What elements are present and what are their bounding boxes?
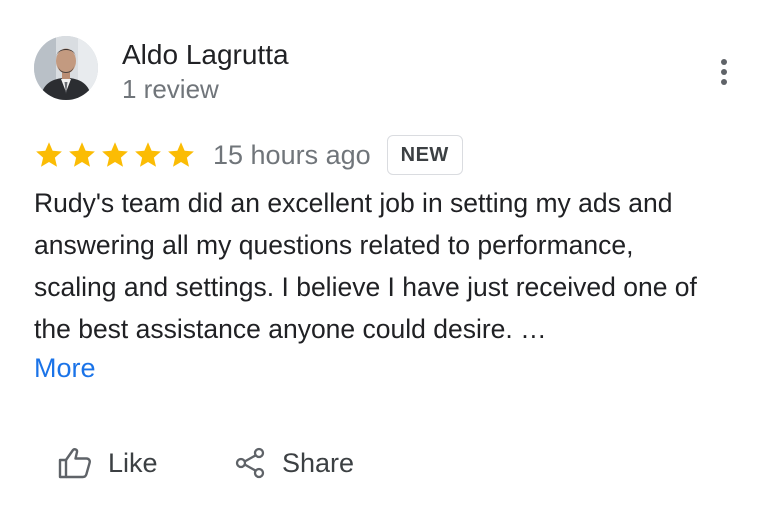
author-avatar[interactable]: [34, 36, 98, 100]
rating-row: 15 hours ago NEW: [34, 134, 463, 176]
star-icon: [69, 142, 95, 167]
share-button[interactable]: Share: [234, 440, 354, 486]
star-icon: [135, 142, 161, 167]
like-label: Like: [108, 447, 158, 478]
more-options-button[interactable]: [708, 52, 740, 92]
review-text-line: Rudy's team did an excellent job in sett…: [34, 188, 673, 218]
review-text-line: answering all my questions related to pe…: [34, 230, 634, 260]
review-card: Aldo Lagrutta 1 review 15 hours ago NEW …: [0, 0, 776, 530]
star-icon: [168, 142, 194, 167]
review-text-line: the best assistance anyone could desire.…: [34, 314, 547, 344]
author-review-count[interactable]: 1 review: [122, 73, 219, 105]
author-name[interactable]: Aldo Lagrutta: [122, 38, 289, 72]
new-badge: NEW: [386, 135, 463, 175]
review-time: 15 hours ago: [213, 139, 371, 170]
share-label: Share: [282, 447, 355, 478]
review-text: Rudy's team did an excellent job in sett…: [34, 182, 754, 350]
more-link[interactable]: More: [34, 348, 96, 388]
star-rating: [34, 140, 199, 170]
more-vert-icon: [721, 59, 727, 85]
like-button[interactable]: Like: [58, 440, 158, 486]
profile-photo-icon: [34, 36, 98, 100]
star-icon: [36, 142, 62, 167]
share-icon: [235, 447, 265, 479]
review-text-line: scaling and settings. I believe I have j…: [34, 272, 697, 302]
thumbs-up-icon: [58, 448, 91, 479]
star-icon: [102, 142, 128, 167]
